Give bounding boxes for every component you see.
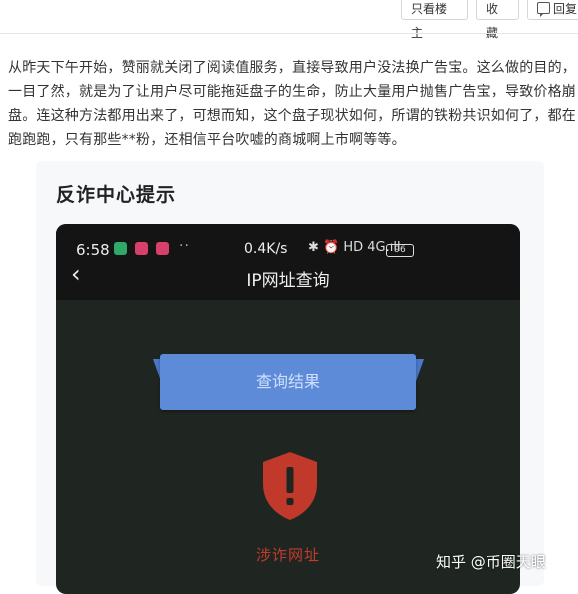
network-speed: 0.4K/s [244,241,288,257]
post-line: 一目了然，就是为了让用户尽可能拖延盘子的生命，防止大量用户抛售广告宝，导致价格崩 [8,84,576,100]
app-notification-icon [114,242,127,255]
more-notifications-icon: ·· [179,238,190,254]
post-body: 从昨天下午开始，赞丽就关闭了阅读值服务，直接导致用户没法换广告宝。这么做的目的，… [8,56,576,152]
nav-title: IP网址查询 [246,271,330,291]
query-result-button[interactable]: 查询结果 [160,354,416,410]
reply-button[interactable]: 回复 [527,0,578,20]
post-line: 从昨天下午开始，赞丽就关闭了阅读值服务，直接导致用户没法换广告宝。这么做的目的， [8,60,576,76]
warning-shield-icon [263,452,317,520]
only-op-button[interactable]: 只看楼主 [401,0,468,40]
card-title: 反诈中心提示 [56,184,177,206]
phone-screen: 6:58 ·· 0.4K/s ✱ ⏰ HD 4G.ıll 96 ‹ IP网址查询… [56,224,520,594]
app-notification-icon [156,242,169,255]
app-notification-icon [135,242,148,255]
post-line: 跑跑跑，只有那些**粉，还相信平台吹嘘的商城啊上市啊等等。 [8,132,406,148]
status-time: 6:58 [76,241,110,259]
embedded-screenshot: 反诈中心提示 6:58 ·· 0.4K/s ✱ ⏰ HD 4G.ıll 96 ‹… [36,161,544,594]
phone-header: 6:58 ·· 0.4K/s ✱ ⏰ HD 4G.ıll 96 ‹ IP网址查询 [56,224,520,300]
reply-label: 回复 [553,2,578,16]
favorite-button[interactable]: 收藏 [476,0,519,40]
comment-icon [537,2,550,17]
source-watermark: 知乎 @币圈天眼 [436,553,546,571]
post-line: 盘。连这种方法都用出来了，可想而知，这个盘子现状如何，所谓的铁粉共识如何了，都在 [8,108,576,124]
divider [0,33,578,34]
battery-icon: 96 [386,244,414,257]
post-toolbar: 只看楼主 收藏 回复 [0,0,578,40]
